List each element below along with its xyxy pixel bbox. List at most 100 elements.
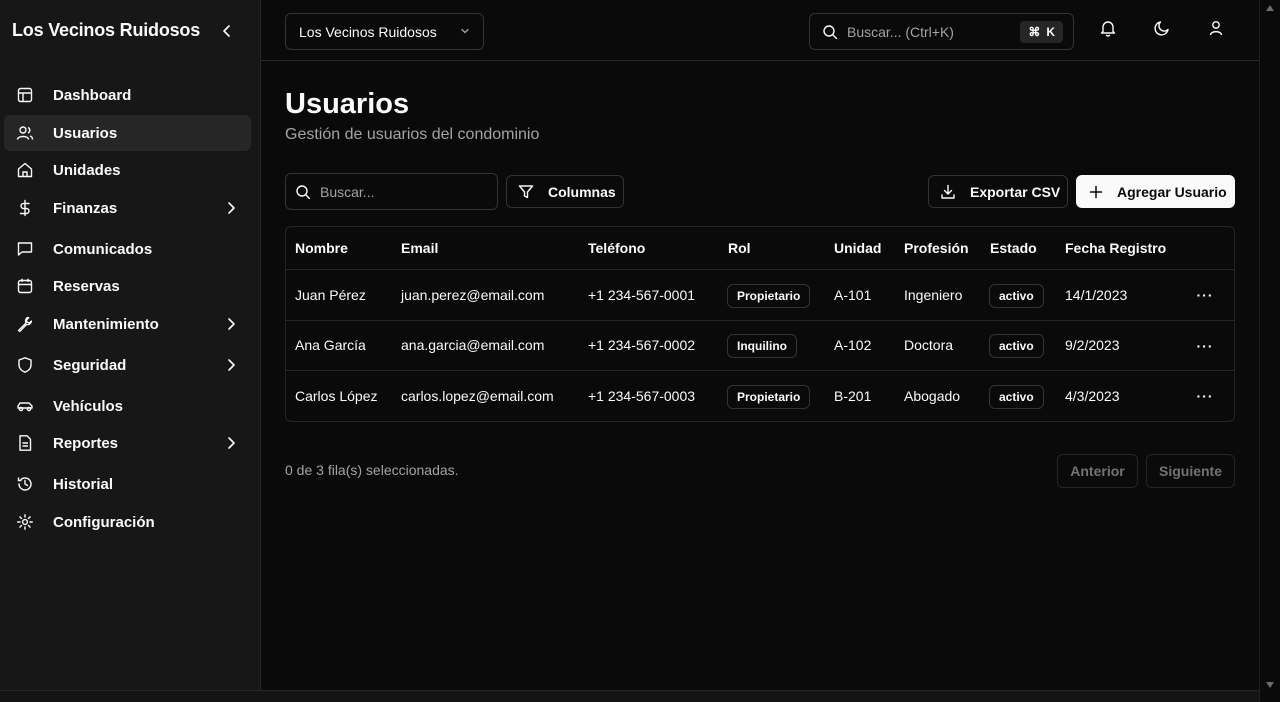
dollar-icon xyxy=(19,199,30,217)
users-table: Nombre Email Teléfono Rol Unidad Profesi… xyxy=(285,226,1235,422)
row-actions-button[interactable]: ··· xyxy=(1196,337,1214,355)
org-select[interactable]: Los Vecinos Ruidosos xyxy=(285,13,484,50)
cell-nombre: Juan Pérez xyxy=(295,287,366,303)
sidebar-item-label: Historial xyxy=(53,475,114,493)
sidebar-item-historial[interactable]: Historial xyxy=(4,466,251,502)
sidebar-item-label: Vehículos xyxy=(53,397,124,415)
bottom-edge xyxy=(0,690,1259,702)
cell-profesion: Doctora xyxy=(904,337,954,353)
status-badge: activo xyxy=(989,284,1044,308)
row-actions-button[interactable]: ··· xyxy=(1196,387,1214,405)
cell-nombre: Ana García xyxy=(295,337,366,353)
column-header-nombre[interactable]: Nombre xyxy=(295,240,348,256)
column-header-telefono[interactable]: Teléfono xyxy=(588,240,645,256)
sidebar-item-usuarios[interactable]: Usuarios xyxy=(4,115,251,151)
sidebar-item-comunicados[interactable]: Comunicados xyxy=(4,231,251,267)
chevron-right-icon xyxy=(228,359,235,371)
cell-nombre: Carlos López xyxy=(295,388,378,404)
sidebar-item-configuracion[interactable]: Configuración xyxy=(4,504,251,540)
column-header-fecha-registro[interactable]: Fecha Registro xyxy=(1065,240,1166,256)
selection-count: 0 de 3 fila(s) seleccionadas. xyxy=(285,462,459,478)
message-icon xyxy=(17,242,33,256)
brand-name: Los Vecinos Ruidosos xyxy=(12,20,201,40)
column-header-unidad[interactable]: Unidad xyxy=(834,240,881,256)
chevron-right-icon xyxy=(228,318,235,330)
page-subtitle: Gestión de usuarios del condominio xyxy=(285,126,540,143)
column-header-estado[interactable]: Estado xyxy=(990,240,1037,256)
status-badge: activo xyxy=(989,334,1044,358)
add-user-label: Agregar Usuario xyxy=(1117,184,1227,200)
sidebar-item-seguridad[interactable]: Seguridad xyxy=(4,347,251,383)
search-icon xyxy=(296,185,311,200)
cell-telefono: +1 234-567-0003 xyxy=(588,388,696,404)
export-csv-button[interactable]: Exportar CSV xyxy=(928,175,1068,208)
user-menu-button[interactable] xyxy=(1206,18,1226,38)
sidebar-item-mantenimiento[interactable]: Mantenimiento xyxy=(4,306,251,342)
role-badge: Propietario xyxy=(727,385,811,409)
sidebar-item-finanzas[interactable]: Finanzas xyxy=(4,190,251,226)
sidebar-item-reservas[interactable]: Reservas xyxy=(4,268,251,304)
theme-toggle-button[interactable] xyxy=(1152,18,1172,38)
add-user-button[interactable]: Agregar Usuario xyxy=(1076,175,1235,208)
notifications-button[interactable] xyxy=(1098,18,1118,38)
car-icon xyxy=(17,402,33,412)
dashboard-icon xyxy=(17,87,33,103)
chevron-right-icon xyxy=(228,202,235,214)
cell-telefono: +1 234-567-0001 xyxy=(588,287,696,303)
table-search-placeholder: Buscar... xyxy=(320,184,375,200)
sidebar-item-vehiculos[interactable]: Vehículos xyxy=(4,388,251,424)
collapse-sidebar-button[interactable] xyxy=(218,20,236,42)
sidebar-item-label: Reportes xyxy=(53,434,119,452)
global-search-placeholder: Buscar... (Ctrl+K) xyxy=(847,24,954,40)
sidebar-item-label: Usuarios xyxy=(53,124,118,142)
scroll-down-icon[interactable] xyxy=(1266,682,1274,688)
cell-email: carlos.lopez@email.com xyxy=(401,388,554,404)
cell-profesion: Abogado xyxy=(904,388,961,404)
gear-icon xyxy=(17,514,33,530)
sidebar-item-label: Dashboard xyxy=(53,86,132,104)
filter-icon xyxy=(518,185,534,199)
sidebar-item-reportes[interactable]: Reportes xyxy=(4,425,251,461)
sidebar-item-label: Unidades xyxy=(53,161,121,179)
sidebar-item-unidades[interactable]: Unidades xyxy=(4,152,251,188)
shortcut-key: K xyxy=(1046,25,1055,39)
cell-unidad: A-101 xyxy=(834,287,872,303)
column-header-email[interactable]: Email xyxy=(401,240,438,256)
keyboard-shortcut: ⌘ K xyxy=(1020,21,1063,43)
sidebar-item-label: Comunicados xyxy=(53,240,153,258)
cell-email: juan.perez@email.com xyxy=(401,287,545,303)
table-row[interactable]: Ana García ana.garcia@email.com +1 234-5… xyxy=(286,320,1234,371)
global-search-input[interactable]: Buscar... (Ctrl+K) ⌘ K xyxy=(809,13,1074,50)
vertical-scrollbar[interactable] xyxy=(1259,0,1280,702)
file-icon xyxy=(19,435,32,451)
bell-icon xyxy=(1100,21,1116,37)
sidebar-item-label: Configuración xyxy=(53,513,155,531)
home-icon xyxy=(17,162,33,178)
sidebar-item-label: Finanzas xyxy=(53,199,118,217)
cell-unidad: A-102 xyxy=(834,337,872,353)
column-header-profesion[interactable]: Profesión xyxy=(904,240,969,256)
table-search-input[interactable]: Buscar... xyxy=(285,173,498,210)
scroll-up-icon[interactable] xyxy=(1266,5,1274,11)
cell-unidad: B-201 xyxy=(834,388,872,404)
sidebar: Los Vecinos Ruidosos Dashboard Usuarios … xyxy=(0,0,261,690)
previous-page-button[interactable]: Anterior xyxy=(1057,454,1138,488)
cell-fecha: 14/1/2023 xyxy=(1065,287,1128,303)
row-actions-button[interactable]: ··· xyxy=(1196,286,1214,304)
command-key-icon: ⌘ xyxy=(1028,25,1041,39)
columns-button[interactable]: Columnas xyxy=(506,175,624,208)
shield-icon xyxy=(18,357,32,373)
role-badge: Propietario xyxy=(727,284,811,308)
table-row[interactable]: Juan Pérez juan.perez@email.com +1 234-5… xyxy=(286,269,1234,320)
chevron-left-icon xyxy=(223,25,230,37)
status-badge: activo xyxy=(989,385,1044,409)
page-title: Usuarios xyxy=(285,88,410,120)
wrench-icon xyxy=(17,316,33,333)
next-page-button[interactable]: Siguiente xyxy=(1146,454,1235,488)
table-row[interactable]: Carlos López carlos.lopez@email.com +1 2… xyxy=(286,370,1234,421)
org-select-value: Los Vecinos Ruidosos xyxy=(299,23,437,40)
sidebar-item-dashboard[interactable]: Dashboard xyxy=(4,77,251,113)
column-header-rol[interactable]: Rol xyxy=(728,240,751,256)
chevron-right-icon xyxy=(228,437,235,449)
cell-fecha: 9/2/2023 xyxy=(1065,337,1120,353)
